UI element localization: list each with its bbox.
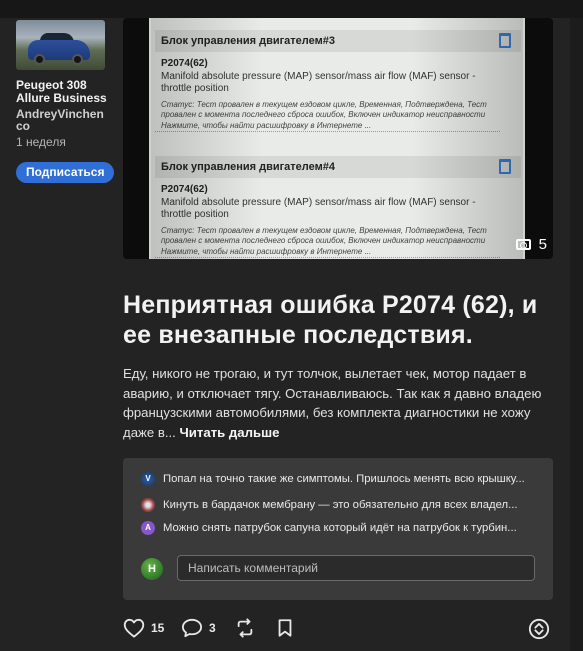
ecu-block-header: Блок управления двигателем#4: [155, 156, 521, 178]
ecu-search-hint: Нажмите, чтобы найти расшифровку в Интер…: [155, 247, 500, 258]
comment-input[interactable]: [177, 555, 535, 581]
author-column: Peugeot 308 Allure Business AndreyVinche…: [16, 20, 116, 183]
comment-text: Можно снять патрубок сапуна который идёт…: [163, 522, 517, 534]
like-count: 15: [151, 621, 165, 635]
ecu-block: Блок управления двигателем#3 P2074(62) M…: [155, 30, 521, 132]
trash-icon: [499, 159, 511, 174]
avatar: A: [141, 521, 155, 535]
trash-icon: [499, 33, 511, 48]
comment-count: 3: [209, 621, 216, 635]
photo-count: 5: [538, 236, 547, 253]
post-excerpt: Еду, никого не трогаю, и тут толчок, выл…: [123, 364, 563, 442]
photo-count-badge: 5: [515, 236, 547, 253]
more-button[interactable]: [528, 618, 550, 640]
read-more-link[interactable]: Читать дальше: [180, 425, 280, 440]
ecu-block-title: Блок управления двигателем#4: [161, 161, 335, 173]
car-thumbnail-wheel: [72, 54, 83, 65]
comment-item[interactable]: A Можно снять патрубок сапуна который ид…: [141, 521, 537, 535]
ecu-error-code: P2074(62): [161, 58, 208, 69]
like-button[interactable]: 15: [123, 618, 164, 638]
author-name-link[interactable]: AndreyVinchenco: [16, 108, 106, 132]
heart-icon: [123, 618, 145, 638]
ecu-error-code: P2074(62): [161, 184, 208, 195]
car-thumbnail-wheel: [34, 54, 45, 65]
ecu-error-description: Manifold absolute pressure (MAP) sensor/…: [161, 197, 476, 220]
ecu-block-title: Блок управления двигателем#3: [161, 35, 335, 47]
post-actions: 15 3: [123, 618, 553, 642]
post-photo[interactable]: Блок управления двигателем#3 P2074(62) M…: [123, 18, 553, 259]
car-thumbnail[interactable]: [16, 20, 105, 70]
camera-icon: [515, 239, 531, 250]
expand-more-icon: [528, 618, 550, 640]
ecu-error-description: Manifold absolute pressure (MAP) sensor/…: [161, 71, 476, 94]
post-title[interactable]: Неприятная ошибка P2074 (62), и ее внеза…: [123, 290, 563, 350]
ecu-block-header: Блок управления двигателем#3: [155, 30, 521, 52]
ecu-error-status: Статус: Тест провален в текущем ездовом …: [161, 100, 487, 119]
subscribe-button[interactable]: Подписаться: [16, 162, 115, 183]
comments-panel: V Попал на точно такие же симптомы. Приш…: [123, 458, 553, 600]
ecu-block: Блок управления двигателем#4 P2074(62) M…: [155, 156, 521, 258]
bookmark-button[interactable]: [276, 618, 294, 638]
comments-button[interactable]: 3: [181, 618, 216, 638]
ecu-search-hint: Нажмите, чтобы найти расшифровку в Интер…: [155, 121, 500, 132]
post-time: 1 неделя: [16, 135, 66, 149]
repost-button[interactable]: [234, 618, 256, 638]
comment-text: Кинуть в бардачок мембрану — это обязате…: [163, 499, 518, 511]
page-scrollbar[interactable]: [570, 18, 583, 651]
avatar: V: [141, 472, 155, 486]
comment-item[interactable]: Кинуть в бардачок мембрану — это обязате…: [141, 498, 537, 512]
ecu-error-status: Статус: Тест провален в текущем ездовом …: [161, 226, 487, 245]
repost-icon: [237, 618, 253, 638]
car-name-link[interactable]: Peugeot 308 Allure Business: [16, 79, 112, 105]
comment-icon: [182, 618, 202, 638]
phone-screen-photo: Блок управления двигателем#3 P2074(62) M…: [149, 18, 525, 259]
current-user-avatar: Н: [141, 558, 163, 580]
avatar: [141, 498, 155, 512]
comment-item[interactable]: V Попал на точно такие же симптомы. Приш…: [141, 472, 537, 486]
bookmark-icon: [278, 619, 292, 637]
comment-text: Попал на точно такие же симптомы. Пришло…: [163, 473, 525, 485]
